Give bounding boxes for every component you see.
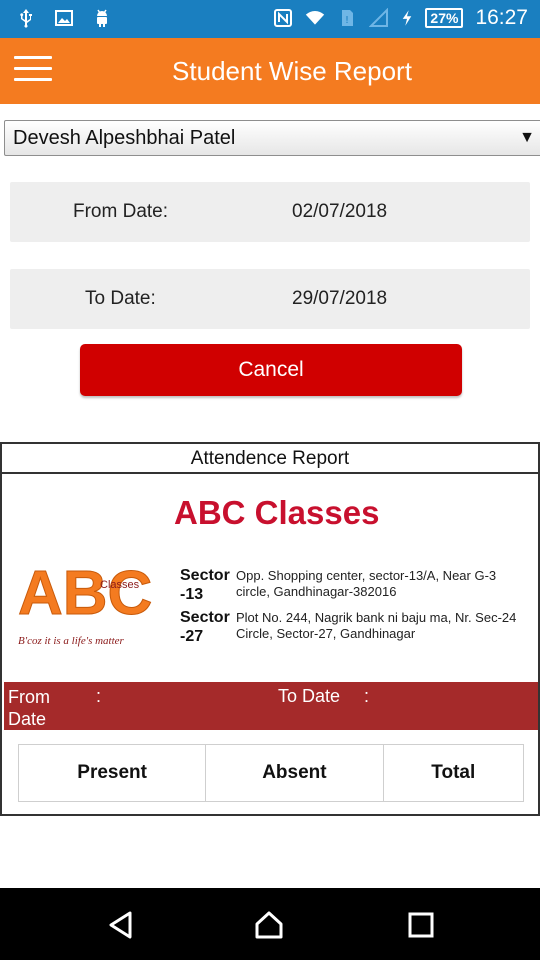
report-from-date-colon: : <box>96 686 102 706</box>
attendance-report: Attendence Report ABC Classes ABC Classe… <box>0 442 540 816</box>
logo-tagline: B'coz it is a life's matter <box>18 635 125 647</box>
back-icon[interactable] <box>106 910 136 940</box>
address-tag: Sector -13 <box>180 567 230 603</box>
svg-text:!: ! <box>345 15 349 26</box>
android-icon <box>97 9 107 27</box>
nfc-icon <box>274 9 293 27</box>
battery-level: 27% <box>425 8 464 28</box>
from-date-value[interactable]: 02/07/2018 <box>292 201 387 223</box>
cancel-button[interactable]: Cancel <box>80 344 462 396</box>
usb-icon <box>20 9 32 28</box>
navigation-bar <box>0 888 540 960</box>
report-to-date-colon: : <box>364 686 370 706</box>
app-bar: Student Wise Report <box>0 38 540 104</box>
from-date-label: From Date: <box>73 201 169 222</box>
to-date-value[interactable]: 29/07/2018 <box>292 288 387 310</box>
status-bar: ! 27% 16:27 <box>0 0 540 38</box>
report-date-strip: From Date : To Date : <box>4 682 538 730</box>
report-to-date-label: To Date <box>278 686 341 706</box>
wifi-icon <box>306 11 325 25</box>
column-total: Total <box>431 762 476 783</box>
sim-icon: ! <box>342 10 354 26</box>
column-present: Present <box>19 745 207 801</box>
from-date-field[interactable]: From Date: 02/07/2018 <box>10 182 530 242</box>
address-tag: Sector -27 <box>180 609 230 645</box>
home-icon[interactable] <box>254 910 284 940</box>
page-title: Student Wise Report <box>172 56 412 86</box>
abc-classes-logo: ABC Classes B'coz it is a life's matter <box>18 559 153 648</box>
report-body: ABC Classes ABC Classes B'coz it is a li… <box>2 476 538 814</box>
report-header: Attendence Report <box>2 444 538 474</box>
recent-apps-icon[interactable] <box>406 910 436 940</box>
student-select[interactable]: Devesh Alpeshbhai Patel ▼ <box>4 120 540 156</box>
attendance-summary-table: Present Absent Total <box>18 744 524 802</box>
system-icons: ! 27% 16:27 <box>273 6 528 30</box>
signal-icon <box>369 8 389 27</box>
notification-icons <box>16 8 112 28</box>
student-select-value: Devesh Alpeshbhai Patel <box>13 127 236 149</box>
to-date-field[interactable]: To Date: 29/07/2018 <box>10 269 530 329</box>
logo-sub: Classes <box>100 579 140 591</box>
address-text: Opp. Shopping center, sector-13/A, Near … <box>236 568 497 599</box>
address-text: Plot No. 244, Nagrik bank ni baju ma, Nr… <box>236 610 517 641</box>
org-name: ABC Classes <box>174 494 380 531</box>
to-date-label: To Date: <box>85 288 156 309</box>
logo-text: ABC <box>18 559 152 628</box>
column-absent: Absent <box>206 745 384 801</box>
report-from-date-label: From Date <box>8 687 50 729</box>
image-icon <box>55 10 73 26</box>
clock: 16:27 <box>475 6 528 29</box>
charging-icon <box>403 10 412 26</box>
dropdown-arrow-icon: ▼ <box>519 129 535 146</box>
